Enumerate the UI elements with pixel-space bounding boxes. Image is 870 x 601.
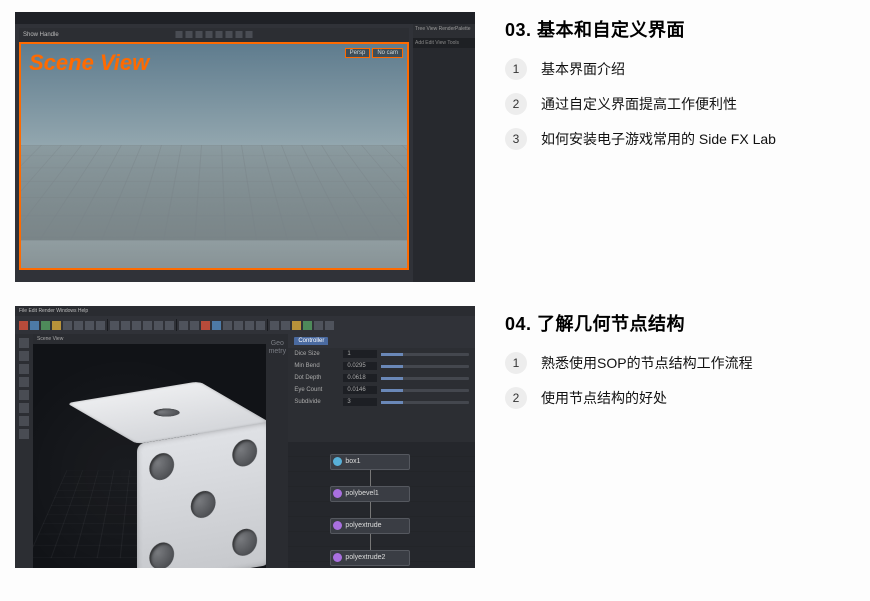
tool-icon bbox=[201, 321, 210, 330]
item-label: 熟悉使用SOP的节点结构工作流程 bbox=[541, 353, 753, 373]
scene-view-label: Scene View bbox=[29, 50, 149, 76]
param-tab-controller: Controller bbox=[294, 337, 328, 345]
item-number-circle: 1 bbox=[505, 352, 527, 374]
houdini-nodes-screenshot: File Edit Render Windows Help bbox=[15, 306, 475, 568]
tool-icon bbox=[74, 321, 83, 330]
lesson-item[interactable]: 2 通过自定义界面提高工作便利性 bbox=[505, 93, 855, 115]
node-polybevel1: polybevel1 bbox=[330, 486, 410, 502]
item-number-circle: 2 bbox=[505, 93, 527, 115]
lesson-item[interactable]: 1 熟悉使用SOP的节点结构工作流程 bbox=[505, 352, 855, 374]
tool-icon bbox=[325, 321, 334, 330]
app-toolbar bbox=[15, 316, 475, 334]
section-04-text: 04. 了解几何节点结构 1 熟悉使用SOP的节点结构工作流程 2 使用节点结构… bbox=[505, 306, 855, 568]
param-tabs: Controller bbox=[288, 334, 475, 348]
right-column: Controller Dice Size1 Min Bend0.0295 Dot… bbox=[288, 334, 475, 568]
separator bbox=[267, 319, 268, 331]
tool-icon bbox=[245, 321, 254, 330]
tool-icon bbox=[281, 321, 290, 330]
item-label: 使用节点结构的好处 bbox=[541, 388, 667, 408]
tool-icon bbox=[212, 321, 221, 330]
viewport-panel: Show Handle Scene View Persp No cam bbox=[15, 24, 413, 282]
separator bbox=[107, 319, 108, 331]
app-menubar: File Edit Render Windows Help bbox=[15, 306, 475, 316]
toolbar-icons bbox=[176, 28, 253, 38]
node-box1: box1 bbox=[330, 454, 410, 470]
tool-icon bbox=[292, 321, 301, 330]
network-view: box1 polybevel1 polyextrude polyextrude2 bbox=[288, 442, 475, 568]
tool-icon bbox=[19, 321, 28, 330]
lesson-item[interactable]: 3 如何安装电子游戏常用的 Side FX Lab bbox=[505, 128, 855, 150]
tool-icon bbox=[132, 321, 141, 330]
tool-icon bbox=[223, 321, 232, 330]
cube-icon bbox=[333, 457, 342, 466]
tool-icon bbox=[30, 321, 39, 330]
tool-icon bbox=[63, 321, 72, 330]
lesson-item[interactable]: 2 使用节点结构的好处 bbox=[505, 387, 855, 409]
tool-icon bbox=[85, 321, 94, 330]
item-number-circle: 2 bbox=[505, 387, 527, 409]
tool-icon bbox=[143, 321, 152, 330]
dice-front-face bbox=[137, 422, 266, 568]
bevel-icon bbox=[333, 489, 342, 498]
side-panel-body bbox=[413, 48, 475, 282]
scene-view-window: Scene View Persp No cam bbox=[19, 42, 409, 270]
node-polyextrude: polyextrude bbox=[330, 518, 410, 534]
tool-icon bbox=[110, 321, 119, 330]
item-number-circle: 1 bbox=[505, 58, 527, 80]
section-04-thumbnail: File Edit Render Windows Help bbox=[15, 306, 475, 568]
persp-button: Persp bbox=[345, 48, 371, 58]
dice-geometry bbox=[102, 402, 234, 566]
tool-icon bbox=[234, 321, 243, 330]
side-panel-toolbar: Add Edit View Tools bbox=[413, 38, 475, 48]
geometry-column: Geo metry bbox=[266, 334, 288, 568]
houdini-ui-screenshot: Show Handle Scene View Persp No cam bbox=[15, 12, 475, 282]
tool-icon bbox=[96, 321, 105, 330]
no-cam-button: No cam bbox=[372, 48, 403, 58]
tool-icon bbox=[41, 321, 50, 330]
app-topbar bbox=[15, 12, 475, 24]
section-03-heading: 03. 基本和自定义界面 bbox=[505, 16, 855, 42]
3d-viewport: Scene View bbox=[33, 334, 266, 568]
item-label: 通过自定义界面提高工作便利性 bbox=[541, 94, 737, 114]
separator bbox=[176, 319, 177, 331]
tool-icon bbox=[154, 321, 163, 330]
course-section-03: Show Handle Scene View Persp No cam bbox=[0, 0, 870, 294]
parameters-panel: Controller Dice Size1 Min Bend0.0295 Dot… bbox=[288, 334, 475, 442]
item-label: 如何安装电子游戏常用的 Side FX Lab bbox=[541, 129, 776, 149]
left-tool-strip bbox=[15, 334, 33, 568]
extrude-icon bbox=[333, 521, 342, 530]
tool-icon bbox=[270, 321, 279, 330]
share-handle-label: Show Handle bbox=[23, 32, 59, 38]
tool-icon bbox=[303, 321, 312, 330]
item-number-circle: 3 bbox=[505, 128, 527, 150]
extrude-icon bbox=[333, 553, 342, 562]
viewport-tabs: Scene View bbox=[33, 334, 266, 344]
viewport-toolbar: Show Handle bbox=[19, 28, 409, 42]
lesson-item[interactable]: 1 基本界面介绍 bbox=[505, 58, 855, 80]
section-03-thumbnail: Show Handle Scene View Persp No cam bbox=[15, 12, 475, 282]
tool-icon bbox=[121, 321, 130, 330]
grid-floor bbox=[19, 145, 409, 241]
tool-icon bbox=[190, 321, 199, 330]
tool-icon bbox=[52, 321, 61, 330]
course-section-04: File Edit Render Windows Help bbox=[0, 294, 870, 580]
side-panel-tabs: Tree View RenderPalette bbox=[413, 24, 475, 38]
item-label: 基本界面介绍 bbox=[541, 59, 625, 79]
tool-icon bbox=[179, 321, 188, 330]
tool-icon bbox=[314, 321, 323, 330]
node-polyextrude2: polyextrude2 bbox=[330, 550, 410, 566]
side-panel: Tree View RenderPalette Add Edit View To… bbox=[413, 24, 475, 282]
section-04-heading: 04. 了解几何节点结构 bbox=[505, 310, 855, 336]
tool-icon bbox=[256, 321, 265, 330]
section-03-text: 03. 基本和自定义界面 1 基本界面介绍 2 通过自定义界面提高工作便利性 3… bbox=[505, 12, 855, 282]
tool-icon bbox=[165, 321, 174, 330]
